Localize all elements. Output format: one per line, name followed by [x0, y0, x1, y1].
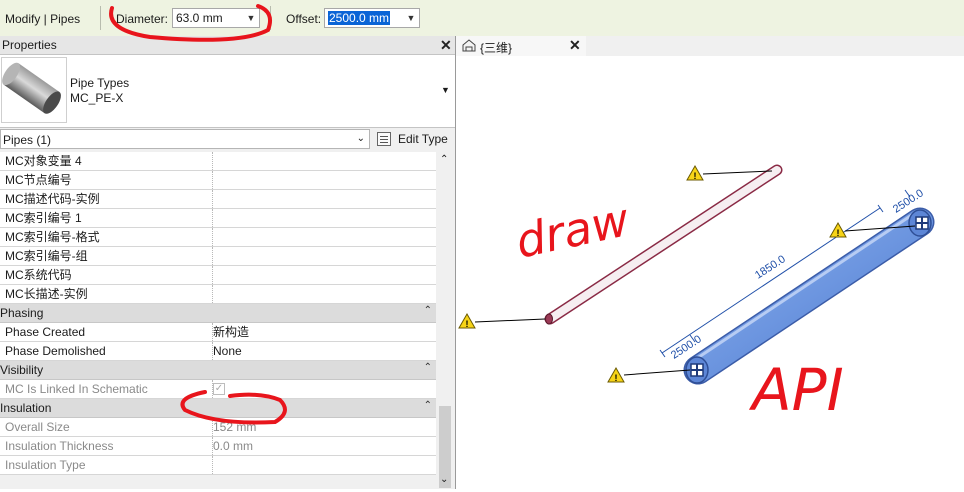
svg-text:!: ! — [466, 319, 469, 329]
property-label: MC系统代码 — [0, 266, 213, 284]
filter-value: Pipes (1) — [3, 133, 52, 147]
property-row[interactable]: Phase Demolished None — [0, 342, 436, 361]
annotation-draw: draw — [511, 192, 634, 269]
edit-type-icon — [377, 132, 391, 146]
collapse-icon[interactable]: ⌃ — [424, 305, 432, 316]
property-label: MC节点编号 — [0, 171, 213, 189]
edit-type-button[interactable]: Edit Type — [372, 128, 454, 150]
properties-title: Properties — [2, 38, 57, 52]
annotation-api: API — [748, 356, 844, 424]
collapse-icon[interactable]: ⌃ — [424, 362, 432, 373]
separator — [270, 6, 271, 30]
chevron-down-icon[interactable]: ▼ — [441, 85, 450, 95]
diameter-label: Diameter: — [116, 12, 169, 26]
property-row: Insulation Type — [0, 456, 436, 475]
type-name: MC_PE-X — [70, 91, 124, 105]
offset-combo[interactable]: 2500.0 mm ▼ — [324, 8, 420, 28]
property-label: MC索引编号 1 — [0, 209, 213, 227]
properties-scrollbar[interactable]: ⌃ ⌄ — [436, 152, 455, 489]
property-value: 152 mm — [213, 420, 257, 434]
group-visibility[interactable]: Visibility ⌃ — [0, 361, 436, 380]
property-label: MC索引编号-格式 — [0, 228, 213, 246]
3d-view-icon — [462, 39, 476, 52]
collapse-icon[interactable]: ⌃ — [424, 400, 432, 411]
property-row[interactable]: MC描述代码-实例 — [0, 190, 436, 209]
group-phasing[interactable]: Phasing ⌃ — [0, 304, 436, 323]
property-label: Insulation Type — [0, 456, 213, 474]
context-label: Modify | Pipes — [5, 12, 81, 26]
connector-grip[interactable] — [915, 216, 929, 230]
property-value[interactable]: None — [213, 342, 242, 360]
property-row: MC Is Linked In Schematic ✓ — [0, 380, 436, 399]
property-row[interactable]: MC索引编号-组 — [0, 247, 436, 266]
diameter-combo[interactable]: 63.0 mm ▼ — [172, 8, 260, 28]
group-title: Insulation — [0, 401, 52, 415]
property-label: Overall Size — [0, 418, 213, 436]
connector-grip[interactable] — [690, 363, 704, 377]
properties-grid: MC对象变量 4 MC节点编号 MC描述代码-实例 MC索引编号 1 MC索引编… — [0, 152, 436, 475]
svg-text:!: ! — [694, 171, 697, 181]
properties-panel: Properties ✕ Pipe Types MC_PE-X ▼ Pipes … — [0, 36, 456, 489]
group-insulation[interactable]: Insulation ⌃ — [0, 399, 436, 418]
scroll-up-icon[interactable]: ⌃ — [440, 154, 448, 165]
warning-icon[interactable]: ! — [607, 366, 691, 383]
separator — [100, 6, 101, 30]
property-row[interactable]: MC索引编号 1 — [0, 209, 436, 228]
checkbox: ✓ — [213, 383, 225, 395]
property-label: Phase Demolished — [0, 342, 213, 360]
type-family: Pipe Types — [70, 76, 130, 90]
property-row[interactable]: MC长描述-实例 — [0, 285, 436, 304]
property-row[interactable]: MC对象变量 4 — [0, 152, 436, 171]
offset-value[interactable]: 2500.0 mm — [328, 11, 391, 25]
diameter-value: 63.0 mm — [176, 11, 223, 25]
3d-view-canvas[interactable]: 2500.0 1850.0 2500.0 ! ! ! ! draw API — [456, 56, 964, 489]
property-row[interactable]: MC系统代码 — [0, 266, 436, 285]
dimension-length: 1850.0 — [753, 253, 788, 281]
svg-text:!: ! — [837, 228, 840, 238]
dimension-lines — [659, 189, 911, 358]
options-bar: Modify | Pipes Diameter: 63.0 mm ▼ Offse… — [0, 0, 964, 37]
instance-filter-dropdown[interactable]: Pipes (1) ⌄ — [0, 129, 370, 149]
close-icon[interactable]: ✕ — [440, 37, 452, 54]
property-row[interactable]: Phase Created 新构造 — [0, 323, 436, 342]
property-row: Overall Size 152 mm — [0, 418, 436, 437]
svg-text:!: ! — [615, 373, 618, 383]
property-value[interactable]: 新构造 — [213, 323, 249, 341]
scroll-down-icon[interactable]: ⌄ — [440, 474, 448, 485]
edit-type-label: Edit Type — [398, 132, 448, 146]
close-icon[interactable]: ✕ — [569, 37, 581, 54]
property-label: MC长描述-实例 — [0, 285, 213, 303]
property-label: MC索引编号-组 — [0, 247, 213, 265]
type-selector[interactable]: Pipe Types MC_PE-X ▼ — [0, 55, 455, 128]
group-title: Visibility — [0, 363, 44, 377]
property-row[interactable]: MC节点编号 — [0, 171, 436, 190]
property-row[interactable]: MC索引编号-格式 — [0, 228, 436, 247]
view-tab-bar: {三维} ✕ — [456, 36, 964, 56]
view-tab[interactable]: {三维} ✕ — [456, 36, 586, 56]
warning-icon[interactable]: ! — [458, 312, 546, 329]
property-label: MC描述代码-实例 — [0, 190, 213, 208]
property-label: Phase Created — [0, 323, 213, 341]
property-label: MC对象变量 4 — [0, 152, 213, 170]
chevron-down-icon[interactable]: ▼ — [403, 9, 419, 27]
property-value: 0.0 mm — [213, 439, 254, 453]
chevron-down-icon[interactable]: ⌄ — [357, 133, 365, 144]
chevron-down-icon[interactable]: ▼ — [243, 9, 259, 27]
property-row: Insulation Thickness 0.0 mm — [0, 437, 436, 456]
pipe-type-thumbnail — [1, 57, 67, 123]
group-title: Phasing — [0, 306, 44, 320]
property-label: Insulation Thickness — [0, 437, 213, 455]
offset-label: Offset: — [286, 12, 322, 26]
properties-title-bar: Properties ✕ — [0, 36, 455, 55]
view-tab-title: {三维} — [480, 41, 513, 55]
property-label: MC Is Linked In Schematic — [0, 380, 213, 398]
pipe-thumbnail-icon — [2, 62, 61, 114]
